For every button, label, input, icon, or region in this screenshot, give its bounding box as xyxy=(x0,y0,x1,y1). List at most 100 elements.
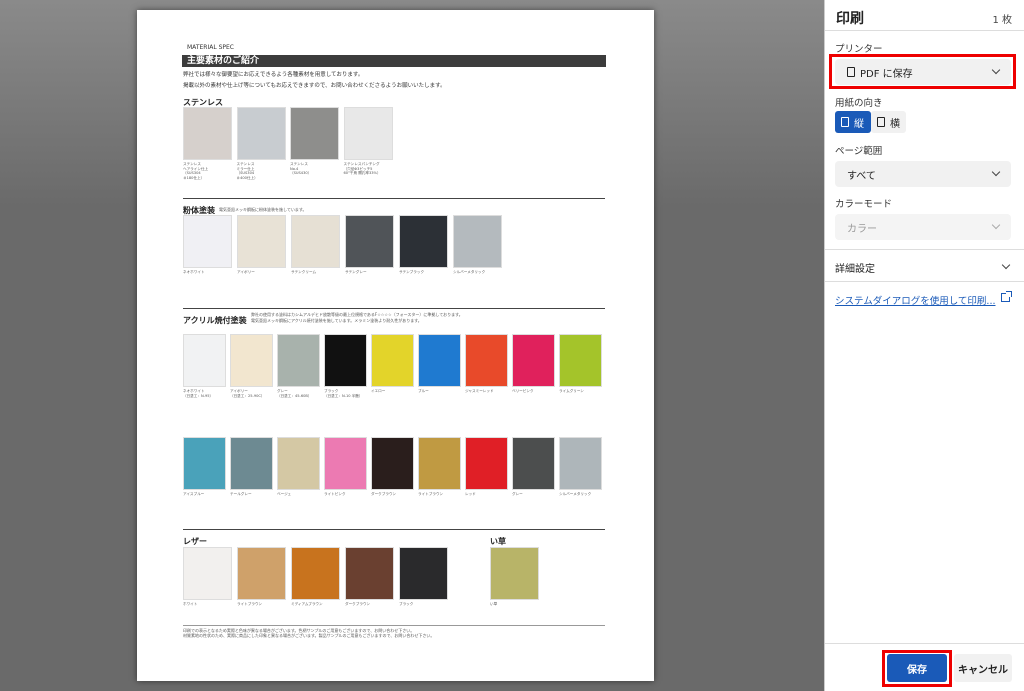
swatch-label: ステンレス No.4 （SUS430） xyxy=(290,162,312,175)
acrylic-swatch: ライトピンク xyxy=(324,437,367,497)
open-external-icon[interactable] xyxy=(1001,291,1012,302)
portrait-label: 縦 xyxy=(854,118,864,130)
acrylic-swatch: アイスブルー xyxy=(183,437,226,497)
swatch-color xyxy=(399,215,448,268)
swatch-color xyxy=(512,334,555,387)
swatch-color xyxy=(324,437,367,490)
swatch-color xyxy=(237,215,286,268)
portrait-button[interactable]: 縦 xyxy=(835,111,871,133)
swatch-color xyxy=(371,334,414,387)
color-mode-value: カラー xyxy=(847,223,877,235)
leather-swatch: ブラック xyxy=(399,547,448,607)
powder-swatch: サテンブラック xyxy=(399,215,448,275)
swatch-color xyxy=(559,334,602,387)
chevron-down-icon[interactable] xyxy=(1001,260,1011,270)
leather-swatch: ライトブラウン xyxy=(237,547,286,607)
acrylic-swatch: ネオホワイト （日塗工：N-95） xyxy=(183,334,226,398)
swatch-color xyxy=(345,547,394,600)
footer-rule xyxy=(183,625,605,626)
landscape-button[interactable]: 横 xyxy=(871,111,906,133)
swatch-color xyxy=(290,107,339,160)
swatch-color xyxy=(343,107,393,160)
printer-highlight-box xyxy=(829,54,1016,89)
stainless-swatch: ステンレス ミラー仕上 （SUS304 ＃400仕上） xyxy=(236,107,286,180)
system-dialog-link[interactable]: システムダイアログを使用して印刷... xyxy=(835,293,996,307)
swatch-label: ブラック （日塗工：N-10 半艶） xyxy=(324,389,363,398)
pages-select[interactable]: すべて xyxy=(835,161,1011,187)
swatch-label: シルバーメタリック xyxy=(559,492,592,496)
acrylic-swatch: ライムグリーン xyxy=(559,334,602,394)
swatch-color xyxy=(371,437,414,490)
portrait-icon xyxy=(841,117,849,127)
chevron-down-icon xyxy=(991,167,1001,177)
acrylic-swatch: グレー （日塗工：45-60B） xyxy=(277,334,320,398)
acrylic-note-2: 電気亜鉛メッキ鋼板にアクリル焼付塗装を施しています。メラミン塗装より耐久性があり… xyxy=(251,318,422,323)
swatch-color xyxy=(465,334,508,387)
landscape-label: 横 xyxy=(890,118,900,130)
acrylic-note-1: 弊社の使用する塗料はカシムアルデヒド放散等級の最上位規格であるF☆☆☆☆（フォー… xyxy=(251,312,463,317)
powder-swatch: サテンクリーム xyxy=(291,215,340,275)
acrylic-swatch: グレー xyxy=(512,437,555,497)
swatch-label: ジャスミーレッド xyxy=(465,389,494,393)
divider xyxy=(825,281,1024,282)
stainless-swatch: ステンレス No.4 （SUS430） xyxy=(290,107,339,176)
section-rule xyxy=(183,198,605,199)
preview-page: MATERIAL SPEC 主要素材のご紹介 弊社では様々な御要望にお応えできる… xyxy=(137,10,654,681)
swatch-color xyxy=(230,334,273,387)
swatch-label: ダークブラウン xyxy=(371,492,397,496)
powder-swatch: アイボリー xyxy=(237,215,286,275)
swatch-color xyxy=(465,437,508,490)
acrylic-swatch: ベージュ xyxy=(277,437,320,497)
acrylic-swatch: ブラック （日塗工：N-10 半艶） xyxy=(324,334,367,398)
swatch-label: ダークブラウン xyxy=(345,602,371,606)
section-title-acrylic: アクリル焼付塗装 xyxy=(183,316,247,325)
powder-swatch: ネオホワイト xyxy=(183,215,232,275)
sheet-count: 1 枚 xyxy=(992,15,1012,26)
swatch-color xyxy=(183,437,226,490)
cancel-button[interactable]: キャンセル xyxy=(954,654,1012,682)
swatch-color xyxy=(277,334,320,387)
swatch-label: グレー xyxy=(512,492,523,496)
swatch-color xyxy=(345,215,394,268)
swatch-color xyxy=(453,215,502,268)
divider xyxy=(825,643,1024,644)
swatch-label: ブラック xyxy=(399,602,414,606)
acrylic-swatch: アイボリー （日塗工：25-90C） xyxy=(230,334,273,398)
swatch-label: イエロー xyxy=(371,389,386,393)
leather-swatch: ダークブラウン xyxy=(345,547,394,607)
swatch-color xyxy=(183,547,232,600)
color-mode-select[interactable]: カラー xyxy=(835,214,1011,240)
print-preview-area: MATERIAL SPEC 主要素材のご紹介 弊社では様々な御要望にお応えできる… xyxy=(0,0,824,691)
swatch-label: ライトブラウン xyxy=(418,492,444,496)
doc-intro-line2: 掲載以外の素材や仕上げ等についてもお応えできますので、お問い合わせくださるようお… xyxy=(183,83,446,89)
swatch-label: レッド xyxy=(465,492,476,496)
swatch-label: グレー （日塗工：45-60B） xyxy=(277,389,312,398)
swatch-color xyxy=(291,215,340,268)
swatch-color xyxy=(277,437,320,490)
section-title-igusa: い草 xyxy=(490,537,506,546)
swatch-label: ネオホワイト （日塗工：N-95） xyxy=(183,389,214,398)
swatch-label: ミディアムブラウン xyxy=(291,602,323,606)
acrylic-swatch: イエロー xyxy=(371,334,414,394)
save-button[interactable]: 保存 xyxy=(887,654,947,682)
print-title: 印刷 xyxy=(836,11,864,27)
swatch-label: アイボリー xyxy=(237,270,255,274)
swatch-label: サテングレー xyxy=(345,270,367,274)
swatch-label: サテンクリーム xyxy=(291,270,317,274)
landscape-icon xyxy=(877,117,885,127)
acrylic-swatch: レッド xyxy=(465,437,508,497)
swatch-color xyxy=(183,334,226,387)
swatch-label: ベージュ xyxy=(277,492,292,496)
swatch-color xyxy=(490,547,539,600)
swatch-label: テールグレー xyxy=(230,492,252,496)
acrylic-swatch: ライトブラウン xyxy=(418,437,461,497)
divider xyxy=(825,249,1024,250)
swatch-label: ブルー xyxy=(418,389,429,393)
advanced-settings-toggle[interactable]: 詳細設定 xyxy=(835,260,875,275)
footer-note-2: 材質素地の性状のため、実際に商品にした印象と異なる場合がございます。製品サンプル… xyxy=(183,633,435,638)
orientation-label: 用紙の向き xyxy=(835,98,883,109)
swatch-color xyxy=(418,437,461,490)
swatch-label: ネオホワイト xyxy=(183,270,205,274)
printer-label: プリンター xyxy=(835,44,883,55)
chevron-down-icon xyxy=(991,220,1001,230)
